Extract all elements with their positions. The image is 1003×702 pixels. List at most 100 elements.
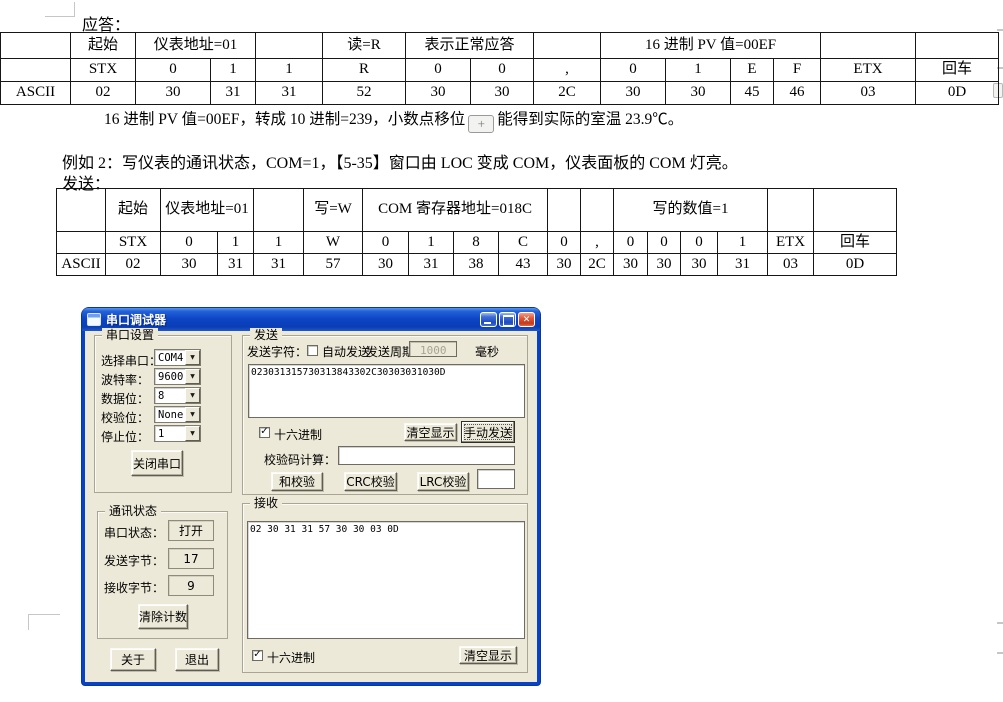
clear-count-button[interactable]: 清除计数	[138, 604, 188, 629]
serial-debugger-window: 串口调试器 ✕ 串口设置 选择串口： COM4 ▼ 波特率：	[82, 308, 540, 685]
cell: 31	[211, 82, 256, 105]
cell: C	[499, 232, 548, 254]
cell: 2C	[534, 82, 601, 105]
parity-label: 校验位：	[101, 409, 149, 426]
cell	[1, 33, 71, 59]
cell: 1	[718, 232, 768, 254]
auto-send-checkbox[interactable]	[307, 345, 318, 356]
cell: 30	[406, 82, 471, 105]
auto-send-label: 自动发送	[322, 343, 370, 360]
crop-mark-top-left-v	[74, 2, 75, 17]
send-period-input[interactable]: 1000	[409, 341, 457, 357]
cell	[57, 189, 106, 232]
answer-table: 起始 仪表地址=01 读=R 表示正常应答 16 进制 PV 值=00EF ST…	[0, 32, 999, 105]
cell	[821, 33, 916, 59]
crc-check-button[interactable]: CRC校验	[344, 472, 397, 491]
cell: 46	[774, 82, 821, 105]
cell: 0	[363, 232, 409, 254]
cell: 回车	[916, 59, 999, 82]
about-button[interactable]: 关于	[110, 648, 156, 671]
margin-tick-4	[997, 652, 1003, 654]
cell	[548, 189, 581, 232]
port-select-value: COM4	[158, 352, 183, 364]
receive-clear-display-button[interactable]: 清空显示	[459, 646, 517, 664]
minimize-button[interactable]	[480, 312, 497, 327]
cell: 02	[106, 254, 161, 276]
port-select[interactable]: COM4 ▼	[154, 349, 201, 366]
window-controls: ✕	[478, 312, 535, 327]
cell: W	[304, 232, 363, 254]
data-bits-label: 数据位：	[101, 390, 149, 407]
exit-button[interactable]: 退出	[175, 648, 219, 671]
maximize-button[interactable]	[499, 312, 516, 327]
cell: ETX	[821, 59, 916, 82]
select-port-label: 选择串口：	[101, 352, 161, 369]
cell: COM 寄存器地址=018C	[363, 189, 548, 232]
cell: 38	[454, 254, 499, 276]
cell: 0	[614, 232, 648, 254]
cell	[57, 232, 106, 254]
chevron-down-icon[interactable]: ▼	[185, 369, 200, 384]
document-page: 应答： 起始 仪表地址=01 读=R 表示正常应答 16 进制 PV 值=00E…	[0, 0, 1003, 702]
send-period-label: 发送周期	[366, 343, 414, 360]
stop-bits-value: 1	[158, 428, 164, 440]
ms-label: 毫秒	[475, 343, 499, 360]
cell: STX	[71, 59, 136, 82]
data-bits-select[interactable]: 8 ▼	[154, 387, 201, 404]
cell: ,	[534, 59, 601, 82]
send-period-value: 1000	[420, 344, 447, 357]
port-status-label: 串口状态：	[104, 524, 164, 541]
sum-check-button[interactable]: 和校验	[271, 472, 323, 491]
plus-smart-tag[interactable]: +	[468, 115, 494, 133]
chevron-down-icon[interactable]: ▼	[185, 426, 200, 441]
cell: 02	[71, 82, 136, 105]
cell	[1, 59, 71, 82]
cell: 2C	[581, 254, 614, 276]
cell: 43	[499, 254, 548, 276]
cell: 1	[666, 59, 731, 82]
cell: 1	[409, 232, 454, 254]
app-icon	[87, 313, 101, 326]
cell: 表示正常应答	[406, 33, 534, 59]
send-hex-label: 十六进制	[274, 426, 322, 443]
comm-status-group: 通讯状态 串口状态： 打开 发送字节： 17 接收字节： 9 清除计数	[97, 511, 228, 639]
cell	[581, 189, 614, 232]
table-row: STX 0 1 1 W 0 1 8 C 0 , 0 0 0 1 ETX 回车	[57, 232, 897, 254]
receive-hex-checkbox[interactable]: ✓	[252, 650, 263, 661]
send-clear-display-button[interactable]: 清空显示	[404, 423, 457, 441]
baud-rate-select[interactable]: 9600 ▼	[154, 368, 201, 385]
cell: 30	[548, 254, 581, 276]
cell: 52	[323, 82, 406, 105]
parity-value: None	[158, 409, 183, 421]
chevron-down-icon[interactable]: ▼	[185, 350, 200, 365]
parity-select[interactable]: None ▼	[154, 406, 201, 423]
cell: ETX	[768, 232, 814, 254]
cell	[768, 189, 814, 232]
manual-send-button[interactable]: 手动发送	[461, 421, 515, 443]
cell: 仪表地址=01	[161, 189, 254, 232]
cell: 30	[614, 254, 648, 276]
chevron-down-icon[interactable]: ▼	[185, 388, 200, 403]
send-hex-checkbox[interactable]: ✓	[259, 427, 270, 438]
checksum-result-field[interactable]	[477, 469, 515, 489]
cell: 0D	[916, 82, 999, 105]
crop-mark-top-left-h	[45, 16, 75, 17]
receive-data-textarea[interactable]: 02 30 31 31 57 30 30 03 0D	[247, 521, 525, 639]
close-button[interactable]: ✕	[518, 312, 535, 327]
check-icon: ✓	[260, 427, 268, 437]
stop-bits-select[interactable]: 1 ▼	[154, 425, 201, 442]
chevron-down-icon[interactable]: ▼	[185, 407, 200, 422]
cell: 回车	[814, 232, 897, 254]
cell: 30	[136, 82, 211, 105]
data-bits-value: 8	[158, 390, 164, 402]
cell: 0	[471, 59, 534, 82]
cell: 30	[666, 82, 731, 105]
cell	[916, 33, 999, 59]
cell: ,	[581, 232, 614, 254]
cell: 0	[161, 232, 218, 254]
window-title: 串口调试器	[106, 311, 166, 328]
send-data-textarea[interactable]: 023031315730313843302C30303031030D	[248, 364, 525, 418]
lrc-check-button[interactable]: LRC校验	[417, 472, 469, 491]
checksum-input[interactable]	[338, 446, 515, 465]
close-port-button[interactable]: 关闭串口	[131, 450, 183, 476]
